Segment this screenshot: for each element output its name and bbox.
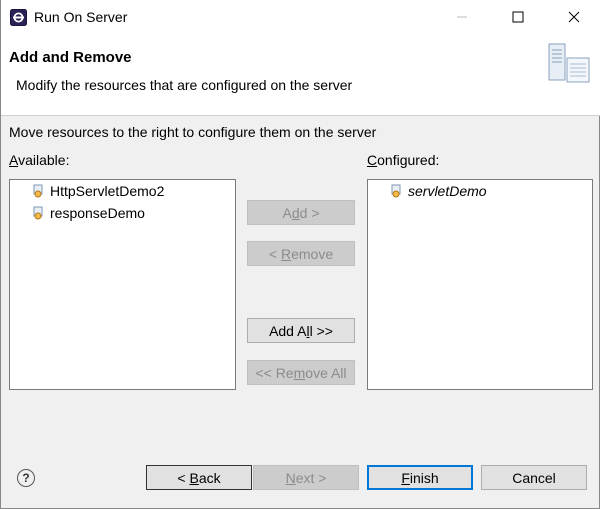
finish-button[interactable]: Finish	[367, 465, 473, 490]
window-title: Run On Server	[34, 9, 128, 25]
configured-list[interactable]: servletDemo	[367, 179, 593, 390]
remove-button[interactable]: < Remove	[247, 241, 355, 266]
remove-all-button[interactable]: << Re m ove All	[247, 360, 355, 385]
maximize-icon	[512, 11, 524, 23]
web-module-icon	[391, 184, 401, 198]
server-icon	[548, 43, 590, 83]
banner-description: Modify the resources that are configured…	[16, 77, 353, 93]
close-button[interactable]	[551, 0, 597, 34]
next-button[interactable]: Next >	[253, 465, 359, 490]
list-item[interactable]: responseDemo	[32, 203, 145, 223]
available-list[interactable]: HttpServletDemo2 responseDemo	[9, 179, 236, 390]
minimize-icon	[457, 16, 467, 18]
minimize-button[interactable]	[439, 0, 485, 34]
title-bar: Run On Server	[1, 0, 600, 36]
available-label: Available:	[9, 152, 70, 168]
list-item-label: servletDemo	[408, 183, 487, 199]
add-all-button[interactable]: Add All >>	[247, 318, 355, 343]
add-button[interactable]: Add >	[247, 200, 355, 225]
cancel-button[interactable]: Cancel	[481, 465, 587, 490]
maximize-button[interactable]	[495, 0, 541, 34]
web-module-icon	[33, 184, 43, 198]
run-on-server-dialog: Run On Server Add and Remove Modify the …	[0, 0, 600, 509]
close-icon	[568, 11, 580, 23]
instructions-text: Move resources to the right to configure…	[9, 124, 377, 140]
back-button[interactable]: < Back	[146, 465, 252, 490]
configured-label: Configured:	[367, 152, 440, 168]
help-icon[interactable]: ?	[17, 469, 35, 487]
list-item-label: responseDemo	[50, 205, 145, 221]
list-item[interactable]: HttpServletDemo2	[32, 181, 164, 201]
wizard-banner: Add and Remove Modify the resources that…	[1, 36, 600, 116]
banner-title: Add and Remove	[9, 49, 132, 66]
list-item[interactable]: servletDemo	[390, 181, 487, 201]
list-item-label: HttpServletDemo2	[50, 183, 165, 199]
eclipse-app-icon	[10, 9, 27, 26]
web-module-icon	[33, 206, 43, 220]
help-symbol: ?	[22, 471, 30, 485]
